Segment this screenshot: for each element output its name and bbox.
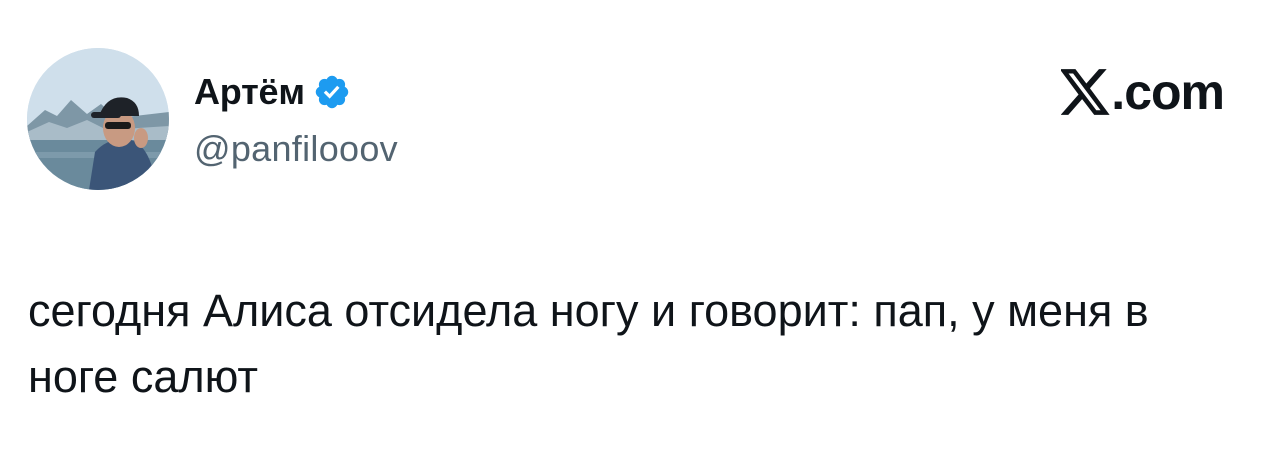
avatar[interactable] [27, 48, 169, 190]
verified-badge-icon [313, 73, 351, 111]
x-logo-icon [1059, 69, 1111, 115]
brand-domain: .com [1111, 64, 1225, 120]
author-handle[interactable]: @panfilooov [194, 128, 398, 170]
tweet-text: сегодня Алиса отсидела ногу и говорит: п… [28, 285, 1149, 402]
brand-mark: .com [1059, 62, 1225, 122]
author-line: Артём [194, 62, 351, 122]
author-display-name[interactable]: Артём [194, 71, 305, 113]
avatar-photo [27, 48, 169, 190]
tweet-card: Артём @panfilooov .com сегодня Алиса отс… [0, 0, 1284, 461]
